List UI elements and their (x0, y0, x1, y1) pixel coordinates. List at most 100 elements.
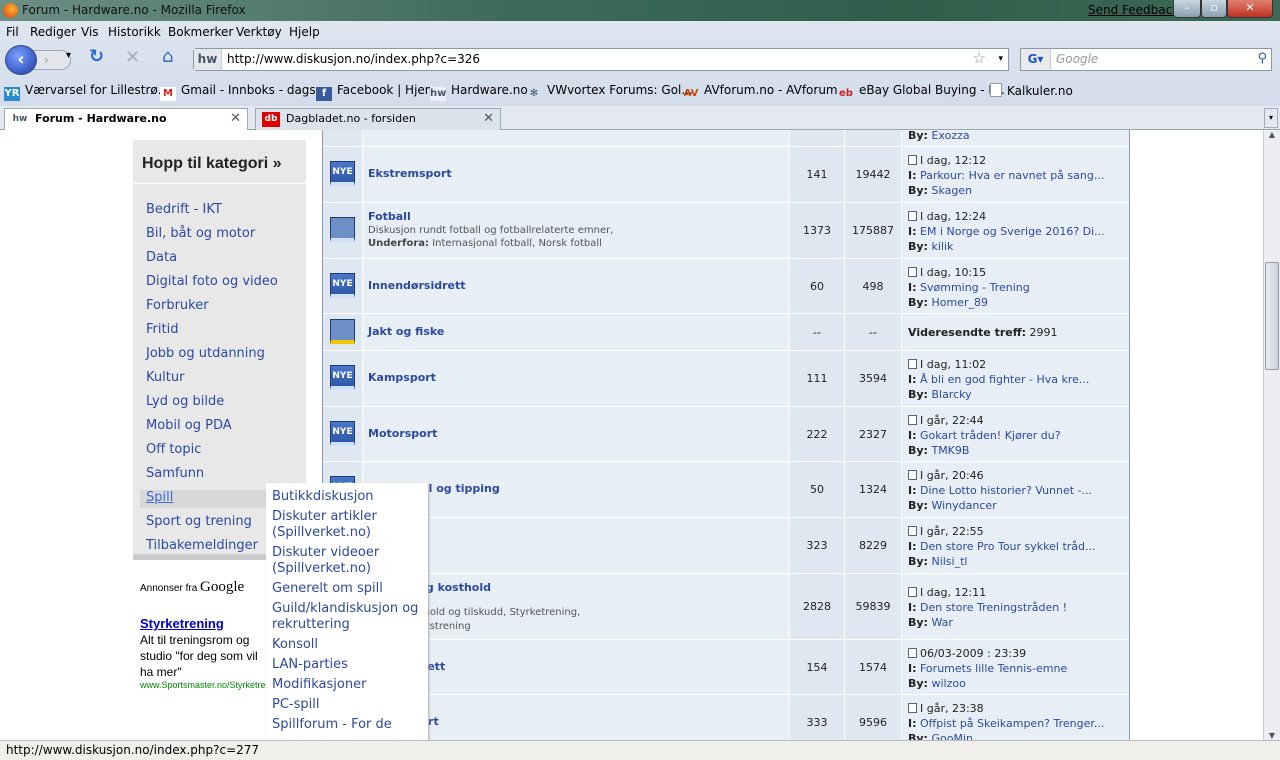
dropdown-item[interactable]: Spillforum - For de (272, 717, 427, 733)
scrollbar-thumb[interactable] (1265, 262, 1279, 370)
scroll-down-icon[interactable]: ▼ (1264, 731, 1280, 740)
last-post-topic-link[interactable]: Den store Pro Tour sykkel tråd... (920, 540, 1096, 553)
close-tab-icon[interactable]: ✕ (483, 109, 494, 129)
minimize-button[interactable]: – (1173, 0, 1201, 18)
last-post-author[interactable]: wilzoo (931, 677, 965, 690)
dropdown-item[interactable]: Diskuter videoer (Spillverket.no) (272, 545, 427, 577)
last-post-author[interactable]: GooMin (931, 732, 973, 740)
last-post-author[interactable]: Skagen (931, 184, 972, 197)
dropdown-item[interactable]: Diskuter artikler (Spillverket.no) (272, 509, 427, 541)
last-post-icon[interactable] (908, 526, 917, 536)
last-post-icon[interactable] (908, 587, 917, 597)
bookmark-ebay-global-buying-f[interactable]: eb eBay Global Buying - F... (838, 83, 1005, 101)
sidebar-item-sport-og-trening[interactable]: Sport og trening (146, 514, 252, 529)
forum-name-link[interactable]: Ekstremsport (368, 167, 452, 180)
send-feedback-link[interactable]: Send Feedback (1088, 3, 1179, 17)
dropdown-item[interactable]: Guild/klandiskusjon og rekruttering (272, 601, 427, 633)
search-box[interactable]: G▾ Google ⚲ (1020, 48, 1272, 71)
sidebar-item-forbruker[interactable]: Forbruker (146, 298, 209, 313)
sidebar-item-data[interactable]: Data (146, 250, 177, 265)
home-icon[interactable]: ⌂ (162, 46, 173, 67)
sidebar-item-lyd-og-bilde[interactable]: Lyd og bilde (146, 394, 224, 409)
last-post-icon[interactable] (908, 414, 917, 425)
menu-fil[interactable]: Fil (6, 25, 19, 39)
dropdown-item[interactable]: Konsoll (272, 637, 427, 653)
subforum-list[interactable]: Internasjonal fotball, Norsk fotball (432, 238, 602, 249)
menu-verktoy[interactable]: Verktøy (236, 25, 282, 39)
ad-url[interactable]: www.Sportsmaster.no/Styrketrening (140, 680, 266, 690)
last-post-icon[interactable] (908, 266, 917, 277)
last-post-topic-link[interactable]: Gokart tråden! Kjører du? (920, 429, 1061, 442)
last-post-topic-link[interactable]: Parkour: Hva er navnet på sang... (920, 169, 1104, 182)
forum-name-link[interactable]: Jakt og fiske (368, 325, 444, 338)
address-bar[interactable]: hw http://www.diskusjon.no/index.php?c=3… (193, 48, 1009, 71)
bookmark-hardware-no[interactable]: hw Hardware.no (430, 83, 528, 101)
last-post-topic-link[interactable]: EM i Norge og Sverige 2016? Di... (920, 225, 1105, 238)
last-post-topic-link[interactable]: Svømming - Trening (920, 281, 1030, 294)
scroll-up-icon[interactable]: ▲ (1264, 130, 1280, 139)
stop-icon[interactable]: ✕ (125, 47, 140, 68)
url-dropdown-icon[interactable]: ▾ (998, 49, 1003, 70)
last-post-topic-link[interactable]: Offpist på Skeikampen? Trenger... (920, 717, 1104, 730)
menu-bokmerker[interactable]: Bokmerker (168, 25, 233, 39)
google-engine-icon[interactable]: G▾ (1021, 49, 1051, 70)
menu-historikk[interactable]: Historikk (108, 25, 161, 39)
dropdown-item[interactable]: Butikkdiskusjon (272, 489, 427, 505)
menu-hjelp[interactable]: Hjelp (289, 25, 320, 39)
back-button[interactable]: ‹ (5, 45, 37, 75)
sidebar-item-bil-b-t-og-motor[interactable]: Bil, båt og motor (146, 226, 255, 241)
bookmark-gmail-innboks-dags[interactable]: M Gmail - Innboks - dags... (160, 83, 327, 101)
last-post-icon[interactable] (908, 470, 917, 480)
sidebar-item-jobb-og-utdanning[interactable]: Jobb og utdanning (146, 346, 265, 361)
last-post-topic-link[interactable]: Forumets lille Tennis-emne (920, 662, 1067, 675)
sidebar-item-mobil-og-pda[interactable]: Mobil og PDA (146, 418, 232, 433)
last-post-topic-link[interactable]: Dine Lotto historier? Vunnet -... (920, 484, 1092, 497)
forum-name-link[interactable]: Motorsport (368, 427, 437, 440)
bookmark-kalkuler-no[interactable]: Kalkuler.no (990, 83, 1073, 98)
sidebar-item-off-topic[interactable]: Off topic (146, 442, 201, 457)
last-post-author[interactable]: Blarcky (931, 388, 971, 401)
sidebar-item-bedrift-ikt[interactable]: Bedrift - IKT (146, 202, 222, 217)
last-post-author[interactable]: TMK9B (931, 444, 969, 457)
last-post-author[interactable]: kilik (931, 240, 953, 253)
maximize-button[interactable]: ▫ (1201, 0, 1227, 18)
last-post-icon[interactable] (908, 211, 917, 221)
bookmark-star-icon[interactable]: ☆ (973, 48, 986, 69)
sidebar-item-digital-foto-og-video[interactable]: Digital foto og video (146, 274, 278, 289)
last-post-author[interactable]: Nilsi_tl (931, 555, 967, 568)
dropdown-item[interactable]: Modifikasjoner (272, 677, 427, 693)
last-post-author[interactable]: Winydancer (931, 499, 996, 512)
vertical-scrollbar[interactable]: ▲ ▼ (1263, 130, 1280, 740)
dropdown-item[interactable]: LAN-parties (272, 657, 427, 673)
bookmark-avforum-no-avforum[interactable]: AV AVforum.no - AVforum (683, 83, 838, 101)
tab-list-button[interactable]: ▾ (1264, 108, 1278, 128)
sidebar-item-fritid[interactable]: Fritid (146, 322, 178, 337)
bookmark-vwvortex-forums-gol[interactable]: ✻ VWvortex Forums: Gol... (526, 83, 693, 101)
ad-title-link[interactable]: Styrketrening (140, 616, 224, 631)
forum-name-link[interactable]: Kampsport (368, 371, 436, 384)
forum-name-link[interactable]: Innendørsidrett (368, 279, 466, 292)
sidebar-item-samfunn[interactable]: Samfunn (146, 466, 204, 481)
last-post-icon[interactable] (908, 647, 917, 658)
close-window-button[interactable]: ✕ (1227, 0, 1273, 18)
sidebar-item-spill[interactable]: Spill (146, 490, 173, 505)
tab-dagbladet[interactable]: db Dagbladet.no - forsiden ✕ (255, 108, 501, 130)
last-post-topic-link[interactable]: Den store Treningstråden ! (920, 601, 1067, 614)
menu-rediger[interactable]: Rediger (30, 25, 76, 39)
reload-icon[interactable]: ↻ (89, 46, 104, 67)
sidebar-item-kultur[interactable]: Kultur (146, 370, 184, 385)
last-post-icon[interactable] (908, 155, 917, 165)
last-post-icon[interactable] (908, 703, 917, 713)
menu-vis[interactable]: Vis (81, 25, 99, 39)
history-dropdown-icon[interactable]: ▾ (66, 50, 71, 61)
bookmark-v-rvarsel-for-lillestr[interactable]: YR Værvarsel for Lillestrø... (4, 83, 169, 101)
forum-name-link[interactable]: Fotball (368, 210, 411, 223)
last-post-topic-link[interactable]: Å bli en god fighter - Hva kre... (920, 373, 1089, 386)
bookmark-facebook-hjem[interactable]: f Facebook | Hjem (316, 83, 437, 101)
last-post-author[interactable]: War (931, 616, 952, 629)
dropdown-item[interactable]: PC-spill (272, 697, 427, 713)
close-tab-icon[interactable]: ✕ (230, 109, 241, 129)
dropdown-item[interactable]: Generelt om spill (272, 581, 427, 597)
last-post-author[interactable]: Exozza (931, 130, 969, 142)
last-post-icon[interactable] (908, 359, 917, 369)
